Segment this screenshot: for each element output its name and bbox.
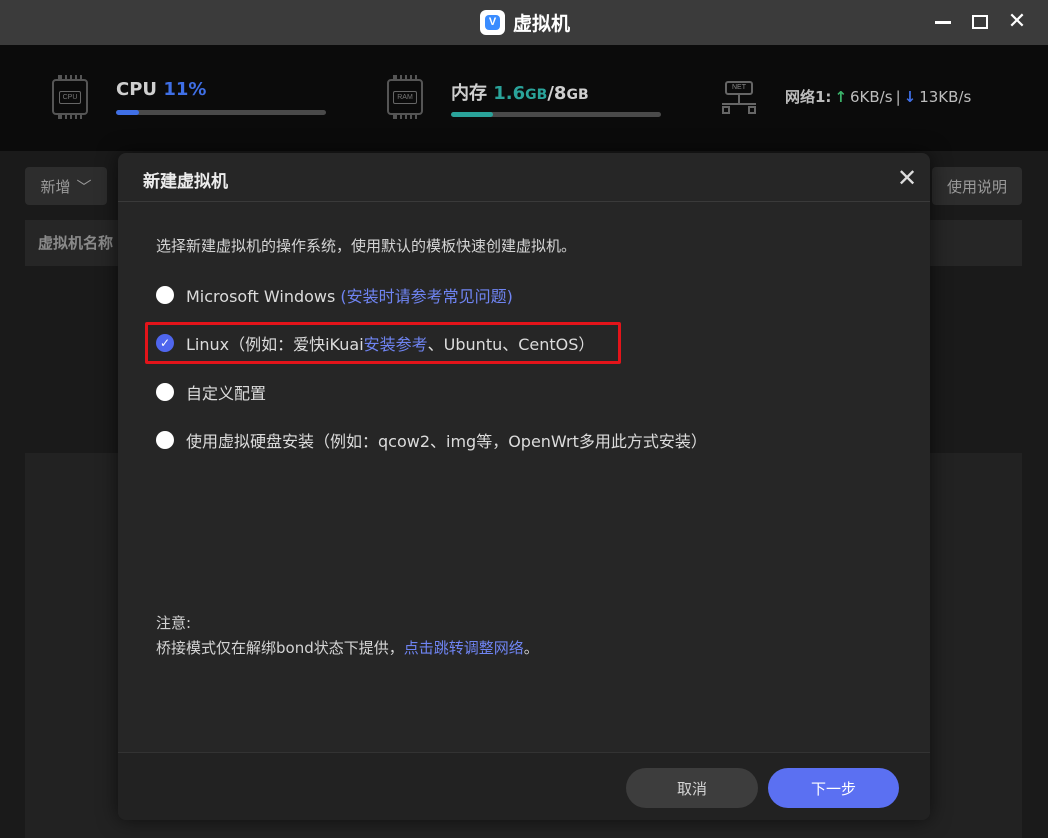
option-custom[interactable]: 自定义配置 xyxy=(156,380,266,404)
note-title: 注意: xyxy=(156,614,192,632)
note-text: 桥接模式仅在解绑bond状态下提供，点击跳转调整网络。 xyxy=(156,639,539,657)
maximize-icon[interactable] xyxy=(970,12,990,32)
close-icon[interactable]: ✕ xyxy=(894,165,920,191)
cancel-button[interactable]: 取消 xyxy=(626,768,758,808)
add-vm-button[interactable]: 新增 ﹀ xyxy=(25,167,107,205)
memory-usage-bar xyxy=(451,112,661,117)
radio-custom[interactable] xyxy=(156,383,174,401)
cpu-label: CPU xyxy=(116,79,158,100)
app-logo-icon: V xyxy=(480,9,505,35)
ram-chip-icon: RAM xyxy=(387,75,423,119)
option-linux-label-suffix: 、Ubuntu、CentOS） xyxy=(427,335,595,354)
option-linux[interactable]: ✓ Linux（例如：爱快iKuai安装参考、Ubuntu、CentOS） xyxy=(156,331,594,355)
radio-windows[interactable] xyxy=(156,286,174,304)
memory-label: 内存 xyxy=(451,83,487,104)
title-bar: V 虚拟机 ✕ xyxy=(0,0,1048,45)
memory-total-unit: GB xyxy=(566,87,589,103)
app-title: V 虚拟机 xyxy=(480,9,570,35)
network-icon: NET xyxy=(722,81,756,115)
dialog-description: 选择新建虚拟机的操作系统，使用默认的模板快速创建虚拟机。 xyxy=(156,237,577,255)
close-window-icon[interactable]: ✕ xyxy=(1007,11,1027,33)
network-label: 网络1: xyxy=(785,88,832,106)
network-stat: 网络1: ↑ 6KB/s | ↓ 13KB/s xyxy=(785,86,971,107)
chevron-down-icon: ﹀ xyxy=(76,177,92,196)
option-custom-label: 自定义配置 xyxy=(186,384,267,403)
cpu-stat: CPU 11% xyxy=(116,79,206,100)
option-virtual-disk-label: 使用虚拟硬盘安装（例如：qcow2、img等，OpenWrt多用此方式安装） xyxy=(186,432,707,451)
option-virtual-disk[interactable]: 使用虚拟硬盘安装（例如：qcow2、img等，OpenWrt多用此方式安装） xyxy=(156,428,707,452)
radio-linux-checked[interactable]: ✓ xyxy=(156,334,174,352)
download-arrow-icon: ↓ xyxy=(903,87,917,106)
option-windows-label: Microsoft Windows xyxy=(186,287,336,306)
help-button[interactable]: 使用说明 xyxy=(932,167,1022,205)
memory-used-unit: GB xyxy=(525,87,548,103)
dialog-divider xyxy=(118,201,930,202)
cpu-chip-icon: CPU xyxy=(52,75,88,119)
option-linux-label: Linux（例如：爱快iKuai xyxy=(186,335,364,354)
memory-stat: 内存 1.6GB/8GB xyxy=(451,79,589,105)
memory-total: 8 xyxy=(553,83,567,104)
adjust-network-link[interactable]: 点击跳转调整网络 xyxy=(404,639,524,657)
window-title: 虚拟机 xyxy=(513,12,571,35)
upload-arrow-icon: ↑ xyxy=(834,87,848,106)
option-windows[interactable]: Microsoft Windows (安装时请参考常见问题) xyxy=(156,283,513,307)
cpu-usage-bar xyxy=(116,110,326,115)
next-step-button[interactable]: 下一步 xyxy=(768,768,899,808)
network-separator: | xyxy=(895,87,901,106)
minimize-icon[interactable] xyxy=(933,12,953,32)
network-upload: 6KB/s xyxy=(850,87,893,106)
radio-virtual-disk[interactable] xyxy=(156,431,174,449)
cpu-usage-fill xyxy=(116,110,140,115)
new-vm-dialog: 新建虚拟机 ✕ 选择新建虚拟机的操作系统，使用默认的模板快速创建虚拟机。 Mic… xyxy=(118,153,930,820)
linux-install-ref-link[interactable]: 安装参考 xyxy=(364,335,428,354)
memory-separator: / xyxy=(547,83,554,104)
cpu-value: 11% xyxy=(163,79,207,100)
dialog-title: 新建虚拟机 xyxy=(143,172,228,192)
memory-usage-fill xyxy=(451,112,493,117)
network-download: 13KB/s xyxy=(919,87,972,106)
vm-name-column-header: 虚拟机名称 xyxy=(38,234,114,252)
windows-faq-link[interactable]: (安装时请参考常见问题) xyxy=(340,287,513,306)
memory-used: 1.6 xyxy=(493,83,526,104)
